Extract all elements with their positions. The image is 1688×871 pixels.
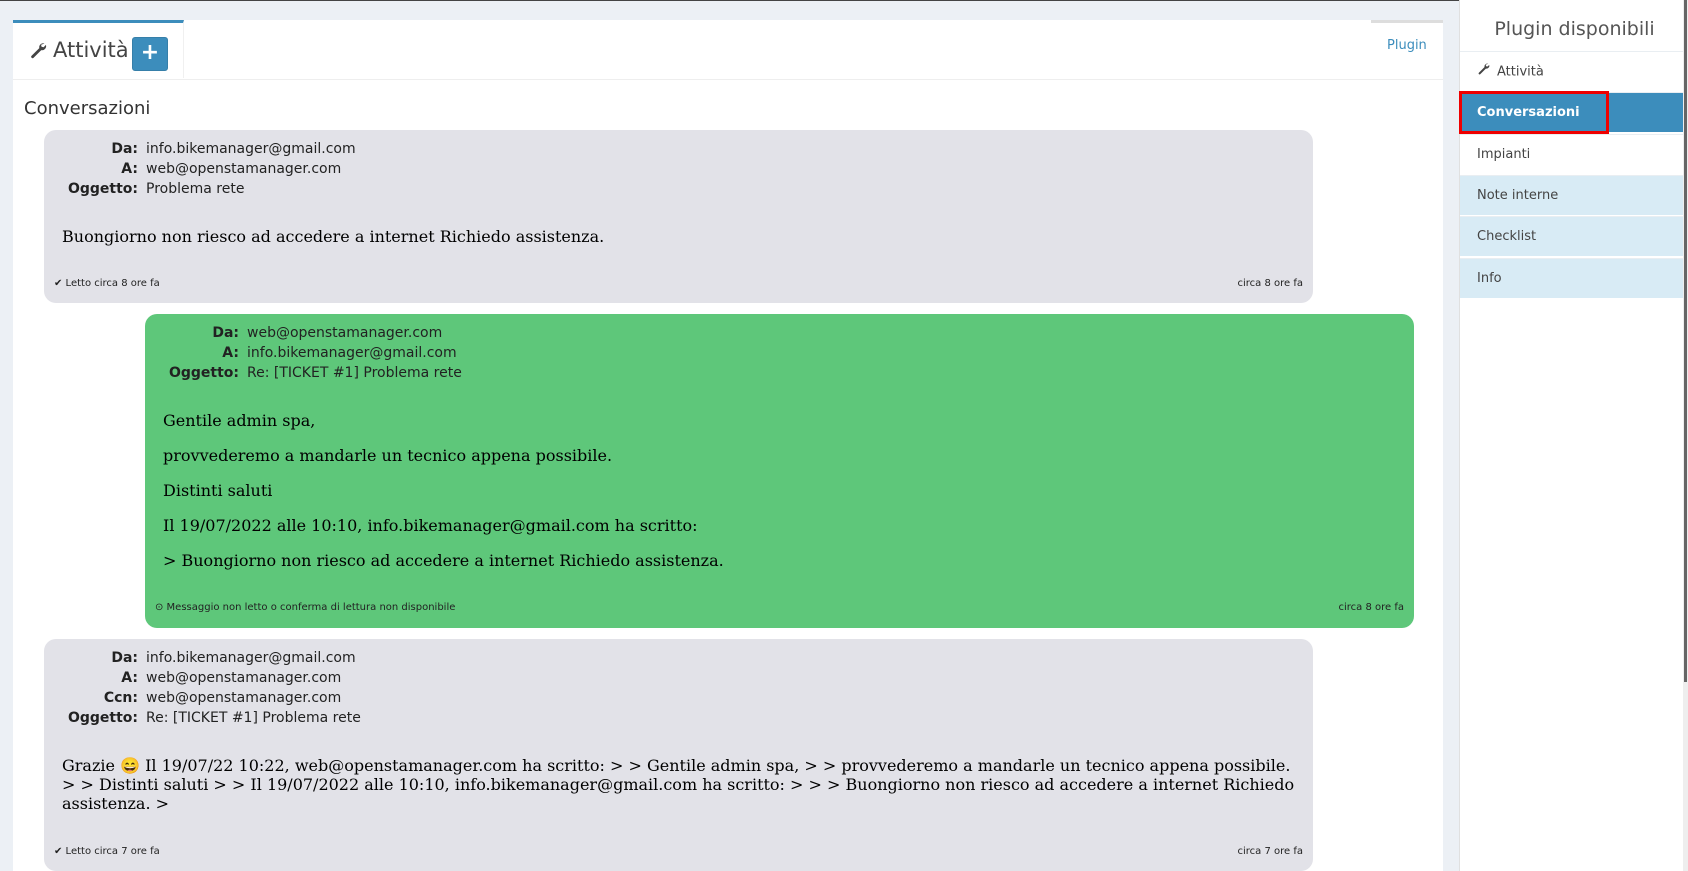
header-key: Oggetto: [168, 365, 239, 381]
message-body-line: Il 19/07/2022 alle 10:10, info.bikemanag… [163, 516, 698, 535]
message-body-line: Buongiorno non riesco ad accedere a inte… [62, 227, 605, 246]
tab-plugin[interactable]: Plugin [1371, 20, 1443, 78]
header-key: Da: [111, 650, 138, 666]
header-key: Ccn: [103, 690, 138, 706]
header-value: info.bikemanager@gmail.com [247, 345, 457, 361]
tab-header: Attività + Plugin [13, 20, 1443, 80]
header-value: web@openstamanager.com [146, 690, 342, 706]
header-key: Da: [111, 141, 138, 157]
message-body-line: > Buongiorno non riesco ad accedere a in… [163, 551, 724, 570]
sidebar-item-impianti[interactable]: Impianti [1460, 134, 1688, 174]
add-button[interactable]: + [132, 37, 168, 71]
sidebar-item-note-interne[interactable]: Note interne [1460, 175, 1688, 215]
message-body-line: > > Distinti saluti > > Il 19/07/2022 al… [62, 775, 1295, 794]
sidebar-item-attivita[interactable]: Attività [1460, 51, 1688, 91]
header-value: info.bikemanager@gmail.com [146, 650, 356, 666]
header-value: Problema rete [146, 181, 245, 197]
header-key: A: [121, 670, 138, 686]
read-status: ✔ Letto circa 8 ore fa [54, 278, 160, 289]
sidebar-title: Plugin disponibili [1494, 18, 1655, 40]
main-card: Attività + Plugin Conversazioni Da: info… [13, 20, 1443, 871]
header-value: web@openstamanager.com [247, 325, 443, 341]
message-time: circa 8 ore fa [1338, 602, 1404, 613]
sidebar-item-label: Attività [1497, 64, 1544, 80]
read-status: ✔ Letto circa 7 ore fa [54, 846, 160, 857]
tab-title: Attività [53, 38, 129, 62]
header-key: Da: [212, 325, 239, 341]
header-key: A: [121, 161, 138, 177]
message-card: Da: info.bikemanager@gmail.com A: web@op… [44, 130, 1313, 303]
message-card: Da: web@openstamanager.com A: info.bikem… [145, 314, 1414, 628]
header-key: A: [222, 345, 239, 361]
window-top-border [0, 0, 1688, 1]
sidebar-item-checklist[interactable]: Checklist [1460, 216, 1688, 256]
message-body-line: assistenza. > [62, 794, 170, 813]
wrench-icon [1477, 52, 1491, 92]
section-title: Conversazioni [24, 98, 151, 119]
message-body-line: Grazie 😄 Il 19/07/22 10:22, web@openstam… [62, 756, 1291, 775]
tab-plugin-label: Plugin [1387, 38, 1427, 53]
message-body-line: Distinti saluti [163, 481, 273, 500]
header-key: Oggetto: [67, 710, 138, 726]
scrollbar-thumb[interactable] [1684, 0, 1687, 682]
sidebar-item-label: Info [1477, 271, 1502, 286]
sidebar-item-label: Checklist [1477, 229, 1537, 244]
header-value: web@openstamanager.com [146, 161, 342, 177]
header-key: Oggetto: [67, 181, 138, 197]
sidebar-item-info[interactable]: Info [1460, 258, 1688, 298]
message-time: circa 8 ore fa [1237, 278, 1303, 289]
header-value: Re: [TICKET #1] Problema rete [247, 365, 462, 381]
wrench-icon [29, 41, 47, 59]
header-value: Re: [TICKET #1] Problema rete [146, 710, 361, 726]
highlight-box [1459, 91, 1609, 134]
sidebar-item-label: Impianti [1477, 147, 1531, 162]
message-time: circa 7 ore fa [1237, 846, 1303, 857]
message-card: Da: info.bikemanager@gmail.com A: web@op… [44, 639, 1313, 871]
message-body-line: provvederemo a mandarle un tecnico appen… [163, 446, 613, 465]
message-body-line: Gentile admin spa, [163, 411, 316, 430]
header-value: web@openstamanager.com [146, 670, 342, 686]
tab-attivita[interactable]: Attività + [13, 20, 184, 78]
sidebar-item-label: Note interne [1477, 188, 1559, 203]
header-value: info.bikemanager@gmail.com [146, 141, 356, 157]
read-status: ⊙ Messaggio non letto o conferma di lett… [155, 602, 456, 613]
